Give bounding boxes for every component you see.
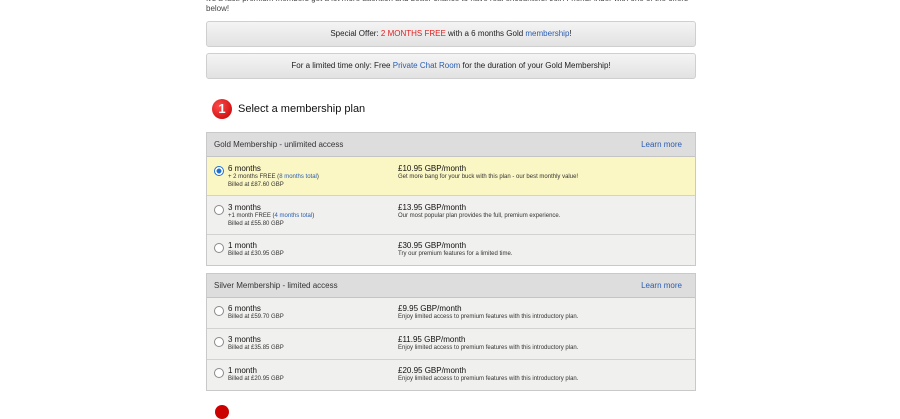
plan-billed: Billed at £87.60 GBP: [228, 182, 284, 188]
gold-header: Gold Membership - unlimited access Learn…: [207, 133, 695, 157]
plan-price: £13.95 GBP/month: [398, 203, 467, 212]
silver-plan-6-months[interactable]: 6 months Billed at £59.70 GBP £9.95 GBP/…: [207, 298, 695, 329]
special-offer-banner: Special Offer: 2 MONTHS FREE with a 6 mo…: [206, 21, 696, 47]
plan-radio[interactable]: [214, 205, 224, 215]
plan-price: £11.95 GBP/month: [398, 335, 466, 344]
bonus-prefix: +1 month FREE (: [228, 213, 275, 219]
gold-plan-6-months[interactable]: 6 months + 2 months FREE (8 months total…: [207, 157, 695, 196]
plan-duration: 6 months: [228, 304, 261, 313]
plan-duration: 3 months: [228, 203, 261, 212]
silver-plan-3-months[interactable]: 3 months Billed at £35.85 GBP £11.95 GBP…: [207, 329, 695, 360]
plan-radio[interactable]: [214, 166, 224, 176]
offer-highlight: 2 MONTHS FREE: [380, 29, 446, 38]
plan-description: Try our premium features for a limited t…: [398, 251, 513, 257]
plan-description: Enjoy limited access to premium features…: [398, 345, 579, 351]
plan-price: £9.95 GBP/month: [398, 304, 462, 313]
plan-bonus: + 2 months FREE (8 months total): [228, 174, 319, 180]
plan-description: Enjoy limited access to premium features…: [398, 376, 579, 382]
offer-suffix: !: [569, 29, 572, 38]
step-number-badge: 1: [212, 99, 232, 119]
silver-learn-more-link[interactable]: Learn more: [641, 281, 682, 290]
plan-bonus: +1 month FREE (4 months total): [228, 213, 314, 219]
chat-prefix: For a limited time only: Free: [291, 61, 393, 70]
private-chat-room-link[interactable]: Private Chat Room: [393, 61, 461, 70]
plan-radio[interactable]: [214, 337, 224, 347]
plan-price: £10.95 GBP/month: [398, 164, 467, 173]
bonus-suffix: ): [316, 174, 319, 180]
step-title: Select a membership plan: [238, 103, 366, 115]
plan-billed: Billed at £59.70 GBP: [228, 314, 284, 320]
silver-title: Silver Membership - limited access: [214, 281, 338, 290]
plan-description: Enjoy limited access to premium features…: [398, 314, 579, 320]
chat-offer-banner: For a limited time only: Free Private Ch…: [206, 53, 696, 79]
gold-plan-1-month[interactable]: 1 month Billed at £30.95 GBP £30.95 GBP/…: [207, 235, 695, 265]
plan-duration: 6 months: [228, 164, 261, 173]
membership-link[interactable]: membership: [525, 29, 569, 38]
plan-duration: 1 month: [228, 366, 257, 375]
plan-billed: Billed at £55.80 GBP: [228, 221, 284, 227]
plan-description: Our most popular plan provides the full,…: [398, 213, 561, 219]
step-1-heading: 1 Select a membership plan: [212, 98, 365, 120]
plan-billed: Billed at £35.85 GBP: [228, 345, 284, 351]
gold-learn-more-link[interactable]: Learn more: [641, 140, 682, 149]
silver-membership-panel: Silver Membership - limited access Learn…: [206, 273, 696, 391]
bonus-total-link[interactable]: 4 months total: [275, 213, 313, 219]
bonus-total-link[interactable]: 8 months total: [279, 174, 317, 180]
gold-title: Gold Membership - unlimited access: [214, 140, 344, 149]
step-2-badge: [215, 405, 229, 419]
plan-radio[interactable]: [214, 306, 224, 316]
intro-text: It's a fact: premium members get a lot m…: [206, 0, 688, 13]
plan-radio[interactable]: [214, 243, 224, 253]
bonus-prefix: + 2 months FREE (: [228, 174, 280, 180]
plan-billed: Billed at £30.95 GBP: [228, 251, 284, 257]
plan-duration: 1 month: [228, 241, 257, 250]
offer-middle: with a 6 months Gold: [445, 29, 526, 38]
plan-description: Get more bang for your buck with this pl…: [398, 174, 579, 180]
gold-plan-3-months[interactable]: 3 months +1 month FREE (4 months total) …: [207, 196, 695, 235]
plan-duration: 3 months: [228, 335, 261, 344]
gold-membership-panel: Gold Membership - unlimited access Learn…: [206, 132, 696, 266]
plan-billed: Billed at £20.95 GBP: [228, 376, 284, 382]
chat-suffix: for the duration of your Gold Membership…: [460, 61, 611, 70]
plan-price: £30.95 GBP/month: [398, 241, 467, 250]
plan-price: £20.95 GBP/month: [398, 366, 467, 375]
offer-prefix: Special Offer:: [330, 29, 381, 38]
bonus-suffix: ): [312, 213, 315, 219]
silver-header: Silver Membership - limited access Learn…: [207, 274, 695, 298]
plan-radio[interactable]: [214, 368, 224, 378]
silver-plan-1-month[interactable]: 1 month Billed at £20.95 GBP £20.95 GBP/…: [207, 360, 695, 390]
